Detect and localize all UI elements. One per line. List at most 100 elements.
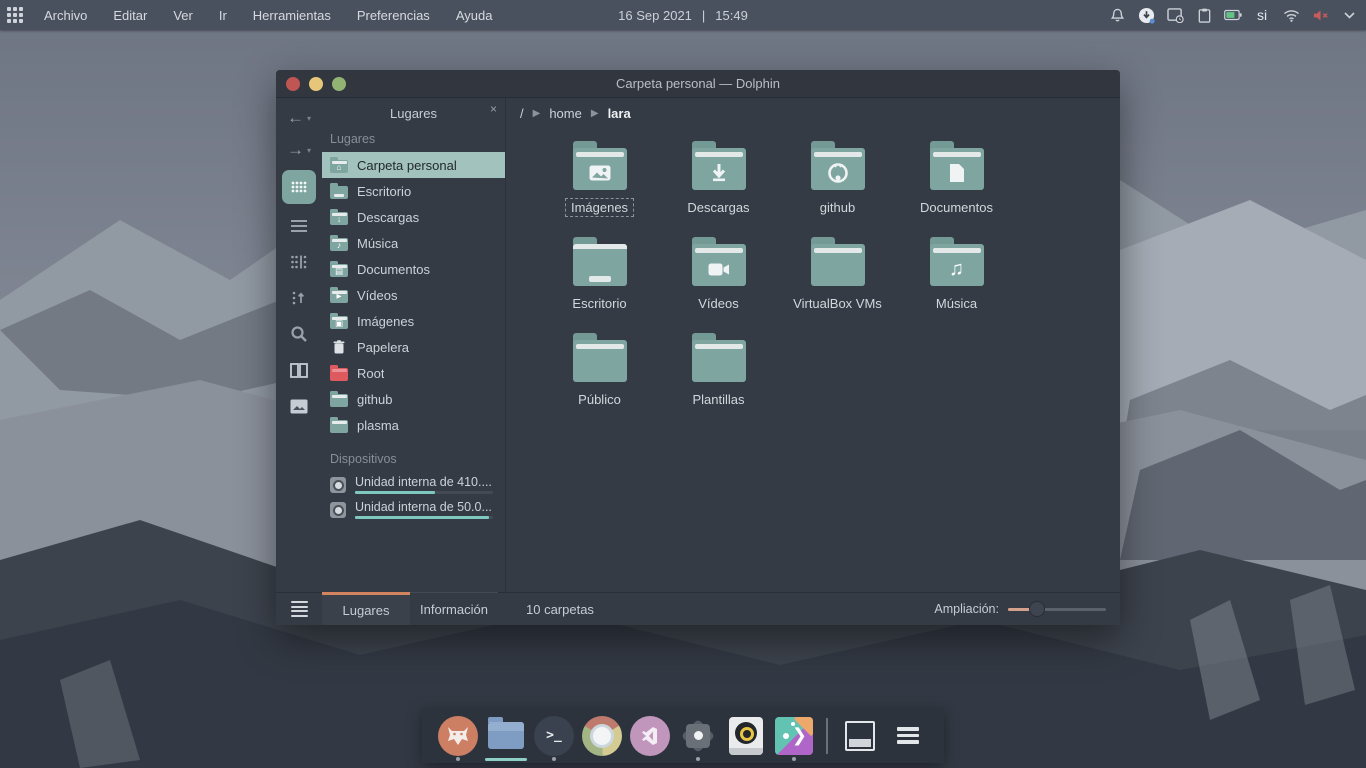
folder-descargas[interactable]: Descargas bbox=[659, 138, 778, 234]
hamburger-menu-icon bbox=[897, 724, 919, 747]
folder-label[interactable]: github bbox=[815, 199, 860, 216]
dock-vscode[interactable] bbox=[626, 708, 674, 763]
sidebar-item-descargas[interactable]: ↓ Descargas bbox=[322, 204, 505, 230]
dock-firefox[interactable] bbox=[434, 708, 482, 763]
sidebar-item-plasma[interactable]: plasma bbox=[322, 412, 505, 438]
sort-icon[interactable] bbox=[283, 284, 315, 312]
volume-muted-icon[interactable] bbox=[1311, 6, 1329, 24]
folder-label[interactable]: VirtualBox VMs bbox=[788, 295, 887, 312]
menu-ayuda[interactable]: Ayuda bbox=[456, 8, 493, 23]
dock-music-player[interactable] bbox=[722, 708, 770, 763]
sidebar-item-videos[interactable]: ▶ Vídeos bbox=[322, 282, 505, 308]
menu-preferencias[interactable]: Preferencias bbox=[357, 8, 430, 23]
keyboard-layout-indicator[interactable]: si bbox=[1253, 6, 1271, 24]
maximize-window-button[interactable] bbox=[332, 77, 346, 91]
clipboard-icon[interactable] bbox=[1195, 6, 1213, 24]
folder-documents-icon bbox=[930, 156, 984, 190]
dock-settings[interactable] bbox=[674, 708, 722, 763]
battery-icon[interactable] bbox=[1224, 6, 1242, 24]
folder-documentos[interactable]: Documentos bbox=[897, 138, 1016, 234]
chevron-down-icon[interactable] bbox=[1340, 6, 1358, 24]
tab-informacion[interactable]: Información bbox=[410, 592, 498, 625]
forward-icon[interactable]: →▾ bbox=[283, 138, 315, 162]
folder-musica[interactable]: ♫ Música bbox=[897, 234, 1016, 330]
sidebar-item-carpeta-personal[interactable]: ⌂ Carpeta personal bbox=[322, 152, 505, 178]
zoom-slider[interactable] bbox=[1008, 608, 1106, 611]
sidebar-item-label: Root bbox=[357, 366, 384, 381]
split-view-icon[interactable] bbox=[283, 356, 315, 384]
dock-terminal[interactable]: >_ bbox=[530, 708, 578, 763]
folder-icon bbox=[330, 420, 348, 433]
sidebar-item-papelera[interactable]: Papelera bbox=[322, 334, 505, 360]
app-launcher-icon[interactable] bbox=[0, 7, 30, 23]
sidebar-item-root[interactable]: Root bbox=[322, 360, 505, 386]
sidebar-item-label: Papelera bbox=[357, 340, 409, 355]
close-panel-icon[interactable]: × bbox=[490, 102, 497, 116]
folder-label[interactable]: Documentos bbox=[915, 199, 998, 216]
folder-label[interactable]: Público bbox=[573, 391, 626, 408]
menu-archivo[interactable]: Archivo bbox=[44, 8, 87, 23]
dolphin-menu-icon[interactable] bbox=[276, 599, 322, 620]
device-item-2[interactable]: Unidad interna de 50.0... bbox=[322, 497, 505, 522]
folder-github-icon bbox=[811, 156, 865, 190]
hard-drive-icon bbox=[330, 502, 346, 518]
window-titlebar[interactable]: Carpeta personal — Dolphin bbox=[276, 70, 1120, 98]
wifi-icon[interactable] bbox=[1282, 6, 1300, 24]
minimize-window-button[interactable] bbox=[309, 77, 323, 91]
folder-virtualbox-vms[interactable]: VirtualBox VMs bbox=[778, 234, 897, 330]
sidebar-item-escritorio[interactable]: Escritorio bbox=[322, 178, 505, 204]
icon-grid[interactable]: Imágenes Descargas bbox=[506, 128, 1120, 592]
file-manager-icon bbox=[488, 722, 524, 749]
places-panel-header[interactable]: Lugares × bbox=[322, 98, 505, 128]
folder-github[interactable]: github bbox=[778, 138, 897, 234]
compact-view-icon[interactable] bbox=[283, 248, 315, 276]
dock-show-desktop[interactable] bbox=[836, 708, 884, 763]
sidebar-item-imagenes[interactable]: ▣ Imágenes bbox=[322, 308, 505, 334]
device-item-1[interactable]: Unidad interna de 410.... bbox=[322, 472, 505, 497]
dock-chromium[interactable] bbox=[578, 708, 626, 763]
search-icon[interactable] bbox=[283, 320, 315, 348]
window-clock-icon[interactable] bbox=[1166, 6, 1184, 24]
clock[interactable]: 16 Sep 2021 | 15:49 bbox=[618, 8, 748, 23]
breadcrumb-current[interactable]: lara bbox=[608, 106, 631, 121]
back-icon[interactable]: ←▾ bbox=[283, 106, 315, 130]
icons-view-icon[interactable] bbox=[282, 170, 316, 204]
terminal-icon: >_ bbox=[534, 716, 574, 756]
menu-herramientas[interactable]: Herramientas bbox=[253, 8, 331, 23]
updates-available-icon[interactable] bbox=[1137, 6, 1155, 24]
vertical-toolbar: ←▾ →▾ bbox=[276, 98, 322, 592]
folder-escritorio[interactable]: Escritorio bbox=[540, 234, 659, 330]
folder-plantillas[interactable]: Plantillas bbox=[659, 330, 778, 426]
dock-app-menu[interactable] bbox=[884, 708, 932, 763]
gallery-icon: ❯ bbox=[775, 717, 813, 755]
folder-label[interactable]: Escritorio bbox=[567, 295, 631, 312]
folder-label[interactable]: Imágenes bbox=[566, 199, 633, 216]
menu-ir[interactable]: Ir bbox=[219, 8, 227, 23]
folder-label[interactable]: Plantillas bbox=[687, 391, 749, 408]
preview-icon[interactable] bbox=[283, 392, 315, 420]
breadcrumb-root[interactable]: / bbox=[520, 106, 524, 121]
zoom-slider-handle[interactable] bbox=[1029, 601, 1045, 617]
folder-images-icon: ▣ bbox=[330, 316, 348, 329]
folder-publico[interactable]: Público bbox=[540, 330, 659, 426]
details-view-icon[interactable] bbox=[283, 212, 315, 240]
sidebar-item-musica[interactable]: ♪ Música bbox=[322, 230, 505, 256]
dock-gallery[interactable]: ❯ bbox=[770, 708, 818, 763]
sidebar-item-documentos[interactable]: ▤ Documentos bbox=[322, 256, 505, 282]
folder-videos-icon: ▶ bbox=[330, 290, 348, 303]
folder-label[interactable]: Descargas bbox=[682, 199, 754, 216]
menu-editar[interactable]: Editar bbox=[113, 8, 147, 23]
folder-imagenes[interactable]: Imágenes bbox=[540, 138, 659, 234]
dock-file-manager[interactable] bbox=[482, 708, 530, 763]
sidebar-item-github[interactable]: github bbox=[322, 386, 505, 412]
notifications-bell-icon[interactable] bbox=[1108, 6, 1126, 24]
breadcrumb-home[interactable]: home bbox=[549, 106, 582, 121]
folder-videos[interactable]: Vídeos bbox=[659, 234, 778, 330]
menu-ver[interactable]: Ver bbox=[173, 8, 193, 23]
tab-lugares[interactable]: Lugares bbox=[322, 592, 410, 625]
folder-label[interactable]: Música bbox=[931, 295, 982, 312]
date-label: 16 Sep 2021 bbox=[618, 8, 692, 23]
close-window-button[interactable] bbox=[286, 77, 300, 91]
vscode-icon bbox=[630, 716, 670, 756]
folder-label[interactable]: Vídeos bbox=[693, 295, 743, 312]
